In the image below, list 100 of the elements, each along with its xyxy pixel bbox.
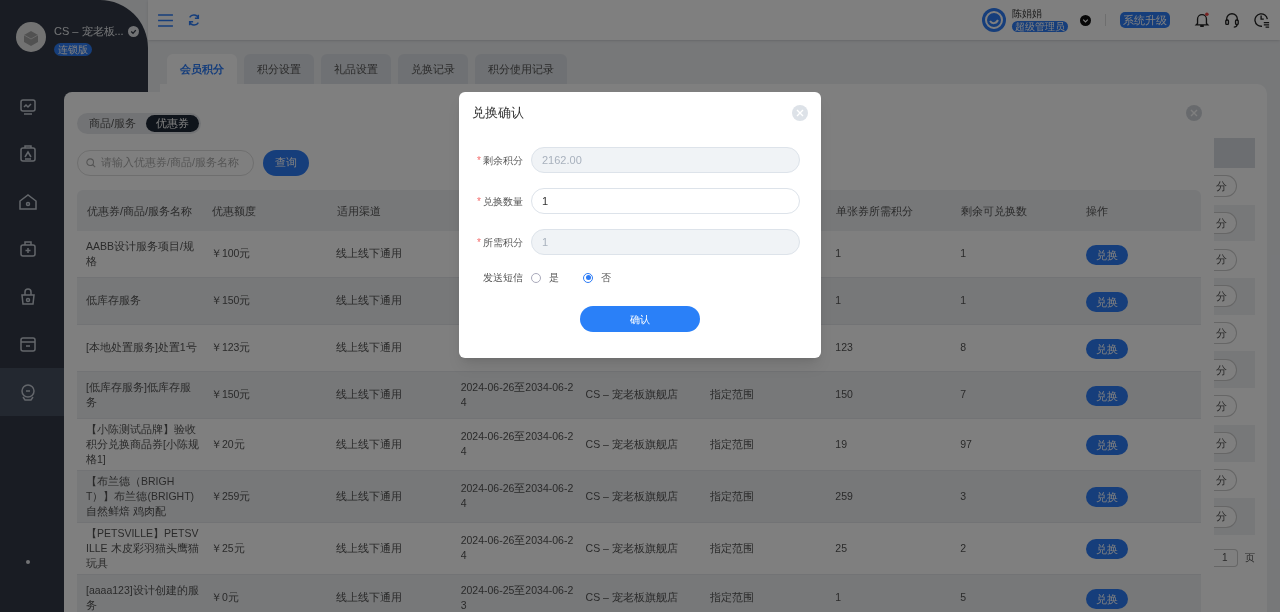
table-cell-text: 1: [835, 590, 843, 605]
column-header: 适用渠道: [336, 205, 381, 217]
table-cell-text: 低库存服务: [86, 293, 142, 308]
search-icon: [86, 157, 96, 168]
archive-icon: [18, 334, 38, 355]
segment-tab[interactable]: 商品/服务: [79, 115, 147, 132]
person-icon: [18, 381, 38, 402]
table-cell-text: 指定范围: [710, 436, 756, 452]
dialog-title: 兑换确认: [472, 104, 524, 123]
table-cell-text: 3: [960, 488, 968, 504]
medical-case-icon: [18, 239, 38, 260]
role-badge: 超级管理员: [1012, 21, 1068, 32]
table-cell-text: CS – 宠老板旗舰店: [585, 590, 679, 605]
row-action-button[interactable]: 分: [1214, 175, 1237, 198]
input-field[interactable]: 1: [531, 188, 800, 214]
table-cell-text: 2024-06-26至2034-06-24: [460, 429, 575, 459]
table-cell-text: 【小陈测试品牌】验收积分兑换商品券[小陈规格1]: [86, 421, 200, 467]
table-cell-text: CS – 宠老板旗舰店: [585, 436, 679, 452]
table-cell-text: [本地处置服务]处置1号: [86, 340, 198, 355]
page-unit: 页: [1245, 551, 1255, 566]
nav-item[interactable]: [0, 368, 64, 416]
segment-tab[interactable]: 优惠券: [146, 115, 200, 132]
table-cell-text: 19: [835, 436, 848, 452]
table-cell-text: ￥0元: [210, 590, 240, 605]
row-action-button[interactable]: 分: [1214, 358, 1237, 381]
upgrade-button[interactable]: 系统升级: [1120, 12, 1170, 28]
monitor-icon: [18, 96, 38, 117]
table-cell-text: 【布兰德（BRIGHT）】布兰德(BRIGHT)自然鲜焙 鸡肉配: [86, 473, 196, 519]
headset-icon[interactable]: [1224, 12, 1240, 28]
table-cell-text: 1: [960, 293, 968, 308]
redeem-button[interactable]: 兑换: [1086, 435, 1129, 456]
table-cell-text: 259: [835, 488, 854, 504]
table-cell-text: ￥20元: [210, 436, 246, 452]
search-button[interactable]: 查询: [263, 149, 309, 176]
radio-label: 否: [601, 271, 611, 285]
field-label: 所需积分: [483, 235, 523, 250]
redeem-button[interactable]: 兑换: [1086, 539, 1129, 560]
row-action-button[interactable]: 分: [1214, 248, 1237, 271]
table-cell-text: 2: [960, 540, 968, 556]
refresh-icon[interactable]: [187, 13, 201, 27]
notification-bell-icon[interactable]: [1194, 12, 1210, 28]
menu-icon[interactable]: [158, 13, 173, 27]
required-mark: *: [477, 194, 481, 209]
row-action-button[interactable]: 分: [1214, 212, 1237, 235]
table-cell-text: CS – 宠老板旗舰店: [585, 488, 679, 504]
table-cell-text: ￥25元: [210, 540, 246, 556]
required-mark: *: [477, 153, 481, 168]
field-label: 发送短信: [483, 271, 523, 285]
dropdown-icon[interactable]: [1080, 14, 1091, 26]
table-cell-text: AABB设计服务项目/规格: [86, 238, 195, 269]
row-action-button[interactable]: 分: [1214, 285, 1237, 308]
table-cell-text: 线上线下通用: [335, 293, 403, 308]
table-cell-text: 1: [835, 246, 843, 261]
row-action-button[interactable]: 分: [1214, 505, 1237, 528]
redeem-button[interactable]: 兑换: [1086, 588, 1129, 609]
tab[interactable]: 兑换记录: [398, 54, 468, 84]
table-cell-text: 指定范围: [710, 387, 756, 402]
column-header: 单张券所需积分: [836, 205, 914, 217]
table-cell-text: 2024-06-26至2034-06-24: [460, 533, 575, 563]
table-cell-text: 线上线下通用: [335, 340, 403, 355]
edition-badge: 连锁版: [54, 42, 92, 56]
redeem-button[interactable]: 兑换: [1086, 291, 1129, 312]
table-cell-text: 5: [960, 590, 968, 605]
tab[interactable]: 会员积分: [167, 54, 237, 84]
table-cell-text: [aaaa123]设计创建的服务: [86, 582, 200, 612]
bag-icon: [18, 286, 38, 307]
table-cell-text: 线上线下通用: [335, 246, 403, 261]
table-cell-text: 线上线下通用: [335, 540, 403, 556]
confirm-button[interactable]: 确认: [580, 306, 700, 332]
table-cell-text: 150: [835, 387, 854, 402]
row-action-button[interactable]: 分: [1214, 432, 1237, 455]
house-icon: [18, 191, 38, 212]
table-cell-text: 97: [960, 436, 973, 452]
redeem-button[interactable]: 兑换: [1086, 338, 1129, 359]
redeem-button[interactable]: 兑换: [1086, 244, 1129, 265]
table-cell-text: ￥150元: [210, 387, 252, 402]
row-action-button[interactable]: 分: [1214, 322, 1237, 345]
column-header: 优惠额度: [211, 205, 256, 217]
table-cell-text: CS – 宠老板旗舰店: [585, 540, 679, 556]
user-name: 陈娟娟: [1012, 8, 1043, 20]
tab[interactable]: 积分使用记录: [475, 54, 567, 84]
close-icon[interactable]: [792, 105, 808, 121]
redeem-button[interactable]: 兑换: [1086, 487, 1129, 508]
table-cell-text: 1: [835, 293, 843, 308]
tab[interactable]: 积分设置: [244, 54, 314, 84]
table-cell-text: 指定范围: [710, 590, 756, 605]
table-cell-text: ￥150元: [210, 293, 252, 308]
field-label: 兑换数量: [483, 194, 523, 209]
table-cell-text: CS – 宠老板旗舰店: [585, 387, 679, 402]
redeem-button[interactable]: 兑换: [1086, 385, 1129, 406]
row-action-button[interactable]: 分: [1214, 468, 1237, 491]
required-mark: *: [477, 235, 481, 250]
table-cell-text: 线上线下通用: [335, 387, 403, 402]
column-header: 优惠券/商品/服务名称: [87, 205, 193, 217]
row-action-button[interactable]: 分: [1214, 395, 1237, 418]
table-cell-text: 2024-06-26至2034-06-24: [460, 481, 575, 511]
history-icon[interactable]: [1254, 12, 1270, 28]
column-header: 剩余可兑换数: [961, 205, 1028, 217]
table-cell-text: 线上线下通用: [335, 488, 403, 504]
tab[interactable]: 礼品设置: [321, 54, 391, 84]
